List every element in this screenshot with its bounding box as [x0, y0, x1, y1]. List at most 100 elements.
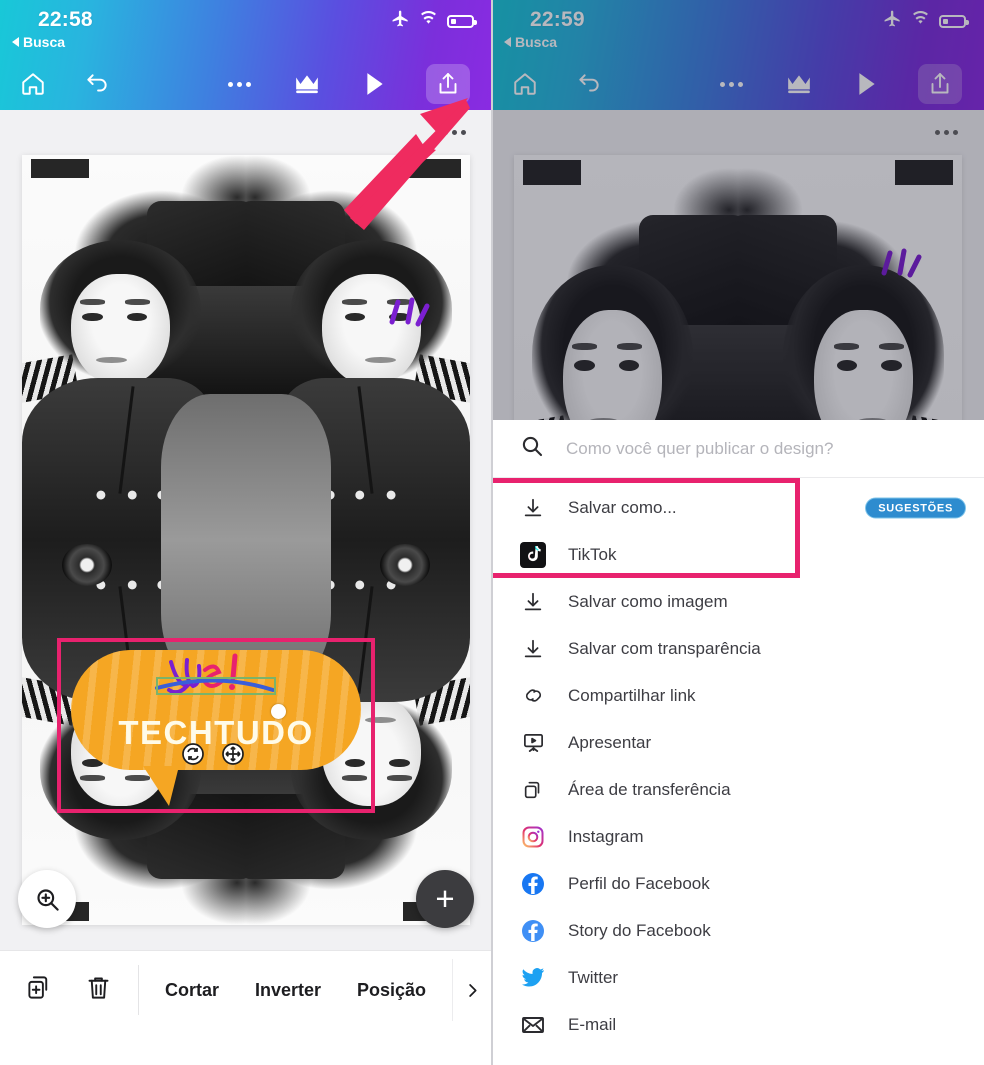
- undo-icon[interactable]: [572, 67, 606, 101]
- share-upload-icon[interactable]: [426, 64, 470, 104]
- right-editor-toolbar: [492, 58, 984, 110]
- left-canvas-area: TECHTUDO +: [0, 110, 492, 950]
- download-icon: [520, 495, 546, 521]
- menu-item-salvar-como[interactable]: Salvar como... SUGESTÕES: [492, 484, 984, 531]
- menu-item-label: Instagram: [568, 826, 644, 846]
- status-back-label: Busca: [23, 34, 66, 50]
- element-bottom-toolbar: Cortar Inverter Posição: [0, 950, 492, 1065]
- left-app-bar: 22:58 Busca: [0, 0, 492, 110]
- right-status-bar: 22:59 Busca: [492, 0, 984, 58]
- status-icons: [391, 9, 477, 33]
- menu-item-salvar-com-transparencia[interactable]: Salvar com transparência: [492, 625, 984, 672]
- status-time: 22:59: [530, 8, 585, 31]
- toolbar-right-group: [714, 64, 984, 104]
- left-editor-toolbar: [0, 58, 492, 110]
- photo-subject-right: [246, 155, 470, 540]
- toolbar-left-group: [492, 67, 606, 101]
- status-badge: SUGESTÕES: [865, 497, 966, 518]
- publish-sheet: Como você quer publicar o design? Salvar…: [492, 420, 984, 1065]
- left-status-bar: 22:58 Busca: [0, 0, 492, 58]
- menu-item-email[interactable]: E-mail: [492, 1001, 984, 1048]
- status-back-link[interactable]: Busca: [504, 34, 557, 50]
- canvas-overflow-icon[interactable]: [935, 130, 958, 135]
- menu-item-label: TikTok: [568, 544, 617, 564]
- search-input[interactable]: Como você quer publicar o design?: [566, 439, 833, 459]
- battery-icon: [447, 14, 477, 28]
- design-canvas-preview[interactable]: [514, 155, 962, 420]
- selected-sticker-frame[interactable]: TECHTUDO: [57, 638, 375, 813]
- airplane-mode-icon: [391, 9, 410, 33]
- right-canvas-area: [492, 110, 984, 420]
- design-canvas[interactable]: TECHTUDO: [22, 155, 470, 925]
- add-element-label: +: [435, 880, 455, 917]
- purple-sparkle-sticker: [880, 245, 928, 305]
- menu-item-label: Story do Facebook: [568, 920, 711, 940]
- crown-icon[interactable]: [290, 67, 324, 101]
- menu-item-label: Twitter: [568, 967, 619, 987]
- undo-icon[interactable]: [80, 67, 114, 101]
- menu-item-instagram[interactable]: Instagram: [492, 813, 984, 860]
- toolbar-left-group: [0, 67, 114, 101]
- zoom-in-icon[interactable]: [18, 870, 76, 928]
- more-dots-glyph: [227, 81, 251, 87]
- status-icons: [883, 9, 969, 33]
- battery-icon: [939, 14, 969, 28]
- facebook-icon: [520, 918, 546, 944]
- menu-item-label: Salvar como imagem: [568, 591, 728, 611]
- canvas-overflow-icon[interactable]: [443, 130, 466, 135]
- publish-search-row[interactable]: Como você quer publicar o design?: [492, 420, 984, 478]
- back-triangle-icon: [504, 37, 511, 47]
- tool-posicao[interactable]: Posição: [357, 980, 426, 1001]
- tool-inverter[interactable]: Inverter: [255, 980, 321, 1001]
- menu-item-label: Compartilhar link: [568, 685, 696, 705]
- menu-item-label: Área de transferência: [568, 779, 731, 799]
- sticker-resize-handle[interactable]: [271, 704, 286, 719]
- photo-subject-right: [738, 155, 962, 420]
- duplicate-icon[interactable]: [26, 974, 53, 1006]
- menu-item-story-do-facebook[interactable]: Story do Facebook: [492, 907, 984, 954]
- add-element-button[interactable]: +: [416, 870, 474, 928]
- menu-item-perfil-do-facebook[interactable]: Perfil do Facebook: [492, 860, 984, 907]
- tool-cortar[interactable]: Cortar: [165, 980, 219, 1001]
- airplane-mode-icon: [883, 9, 902, 33]
- menu-item-label: E-mail: [568, 1014, 617, 1034]
- menu-item-salvar-como-imagem[interactable]: Salvar como imagem: [492, 578, 984, 625]
- email-icon: [520, 1012, 546, 1038]
- home-icon[interactable]: [16, 67, 50, 101]
- more-dots-icon[interactable]: [222, 67, 256, 101]
- sticker-word: TECHTUDO: [118, 714, 314, 751]
- purple-sparkle-sticker: [388, 294, 436, 354]
- toolbar-right-group: [222, 64, 492, 104]
- search-icon: [520, 434, 544, 463]
- menu-item-compartilhar-link[interactable]: Compartilhar link: [492, 672, 984, 719]
- menu-item-label: Salvar com transparência: [568, 638, 761, 658]
- play-icon[interactable]: [358, 67, 392, 101]
- facebook-icon: [520, 871, 546, 897]
- menu-item-tiktok[interactable]: TikTok: [492, 531, 984, 578]
- more-dots-icon[interactable]: [714, 67, 748, 101]
- menu-item-apresentar[interactable]: Apresentar: [492, 719, 984, 766]
- right-phone-panel: 22:59 Busca Como você quer publicar o de…: [492, 0, 984, 1065]
- panel-divider: [491, 0, 493, 1065]
- status-back-label: Busca: [515, 34, 558, 50]
- status-back-link[interactable]: Busca: [12, 34, 65, 50]
- download-icon: [520, 589, 546, 615]
- home-icon[interactable]: [508, 67, 542, 101]
- sticker-rotate-handle[interactable]: [179, 740, 206, 767]
- bottom-toolbar-actions: Cortar Inverter Posição: [139, 980, 452, 1001]
- twitter-icon: [520, 965, 546, 991]
- back-triangle-icon: [12, 37, 19, 47]
- sticker-move-handle[interactable]: [219, 740, 246, 767]
- crown-icon[interactable]: [782, 67, 816, 101]
- menu-item-area-de-transferencia[interactable]: Área de transferência: [492, 766, 984, 813]
- left-phone-panel: 22:58 Busca TECHTUDO + Cortar Inverter P…: [0, 0, 492, 1065]
- present-icon: [520, 730, 546, 756]
- status-time: 22:58: [38, 8, 93, 31]
- share-upload-icon[interactable]: [918, 64, 962, 104]
- menu-item-twitter[interactable]: Twitter: [492, 954, 984, 1001]
- publish-options-list: Salvar como... SUGESTÕES TikTok Salvar c…: [492, 478, 984, 1048]
- download-icon: [520, 636, 546, 662]
- trash-icon[interactable]: [85, 974, 112, 1006]
- play-icon[interactable]: [850, 67, 884, 101]
- chevron-right-icon[interactable]: [452, 959, 492, 1021]
